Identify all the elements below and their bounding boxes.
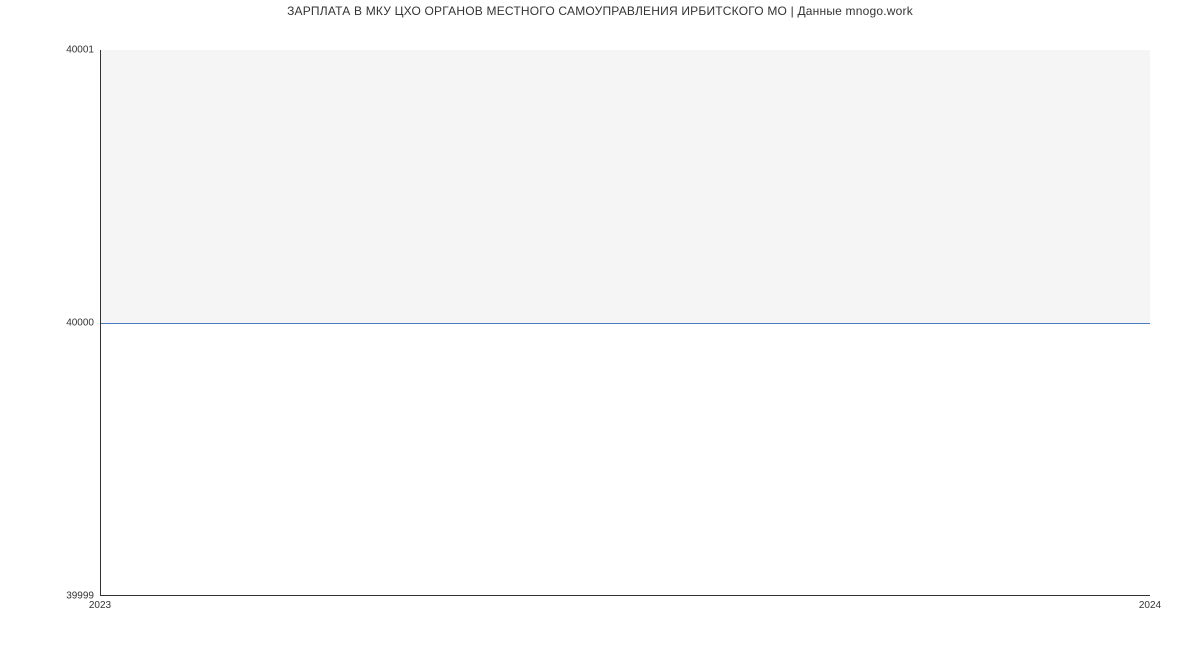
plot-band [100,50,1150,323]
y-tick-label: 40000 [0,318,94,329]
y-axis-line [100,50,101,596]
chart-container: ЗАРПЛАТА В МКУ ЦХО ОРГАНОВ МЕСТНОГО САМО… [0,0,1200,650]
x-tick-label: 2023 [89,600,111,611]
y-tick-label: 39999 [0,591,94,602]
y-tick-label: 40001 [0,45,94,56]
chart-title: ЗАРПЛАТА В МКУ ЦХО ОРГАНОВ МЕСТНОГО САМО… [0,4,1200,18]
x-axis-line [100,595,1150,596]
plot-area [100,50,1150,596]
x-tick-label: 2024 [1139,600,1161,611]
data-line [100,323,1150,324]
